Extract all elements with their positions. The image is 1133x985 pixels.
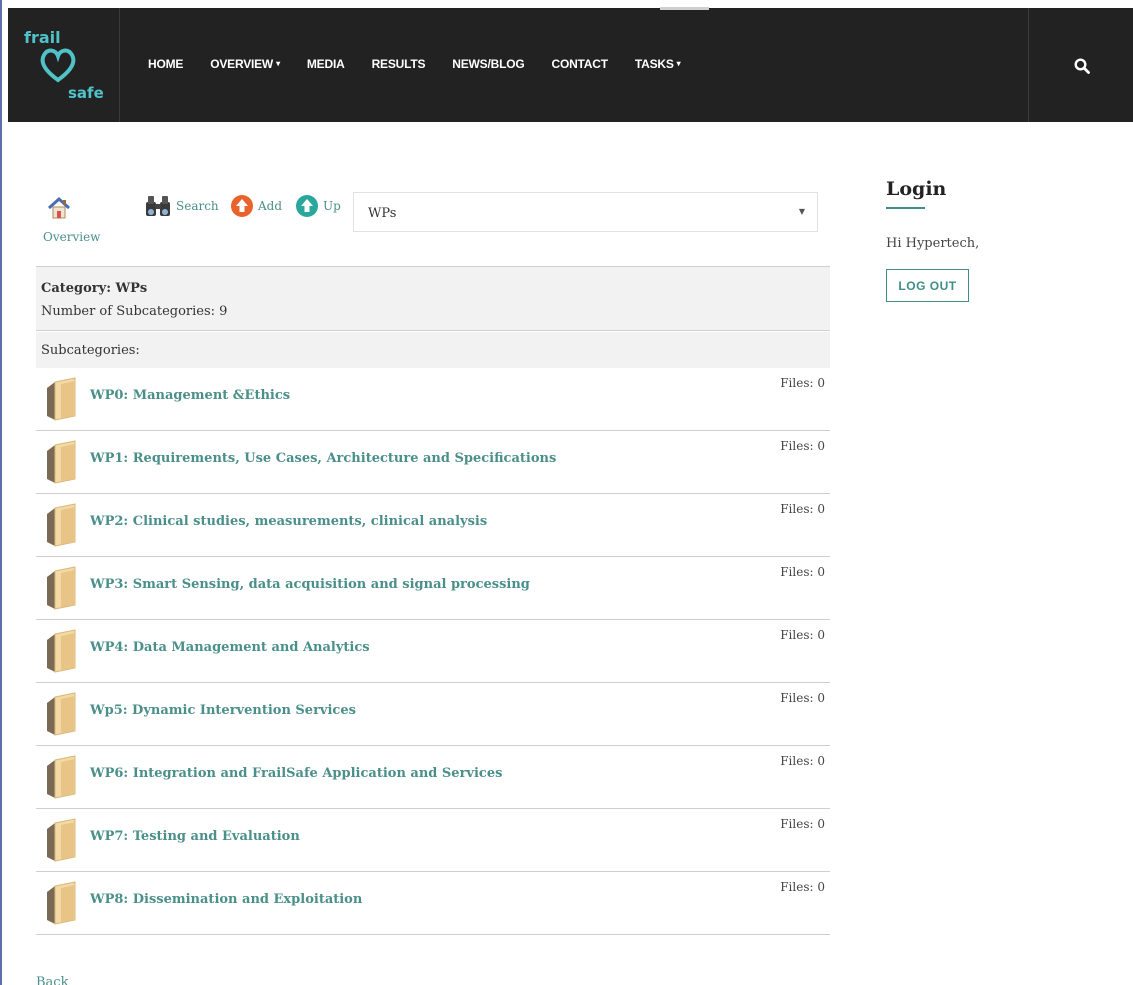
heart-logo-icon [40, 48, 76, 83]
file-count: Files: 0 [780, 754, 825, 768]
folder-icon[interactable] [41, 376, 83, 422]
folder-icon[interactable] [41, 754, 83, 800]
folder-icon[interactable] [41, 880, 83, 926]
subcategories-label: Subcategories: [41, 343, 140, 358]
search-button[interactable] [1028, 8, 1133, 122]
subcategory-link[interactable]: Wp5: Dynamic Intervention Services [90, 703, 356, 718]
nav-home[interactable]: HOME [148, 57, 183, 71]
site-header: frail safe HOME OVERVIEW ▾ MEDIA RESULTS … [8, 7, 1133, 122]
subcategory-link[interactable]: WP7: Testing and Evaluation [90, 829, 300, 844]
nav-overview-label: OVERVIEW [210, 57, 274, 71]
file-count: Files: 0 [780, 502, 825, 516]
list-item: Wp5: Dynamic Intervention Services Files:… [36, 683, 830, 746]
add-arrow-up-icon [231, 195, 253, 217]
file-count: Files: 0 [780, 880, 825, 894]
nav-tasks-label: TASKS [634, 57, 674, 71]
nav-overview[interactable]: OVERVIEW ▾ [210, 57, 280, 71]
chevron-down-icon: ▼ [798, 207, 805, 216]
logo[interactable]: frail safe [8, 8, 120, 122]
overview-label: Overview [43, 230, 101, 244]
file-count: Files: 0 [780, 376, 825, 390]
up-label: Up [323, 199, 341, 213]
up-button[interactable]: Up [295, 194, 341, 218]
subcategory-link[interactable]: WP6: Integration and FrailSafe Applicati… [90, 766, 502, 781]
search-icon [1074, 58, 1090, 74]
binoculars-icon [146, 196, 170, 216]
nav-active-indicator [660, 7, 709, 10]
subcategory-count: Number of Subcategories: 9 [41, 304, 228, 319]
subcategory-link[interactable]: WP0: Management &Ethics [90, 388, 290, 403]
nav-results[interactable]: RESULTS [372, 57, 426, 71]
add-label: Add [258, 199, 283, 213]
folder-icon[interactable] [41, 439, 83, 485]
folder-icon[interactable] [41, 817, 83, 863]
folder-icon[interactable] [41, 502, 83, 548]
subcategories-header: Subcategories: [36, 332, 830, 368]
list-item: WP8: Dissemination and Exploitation Files… [36, 872, 830, 935]
login-heading-underline [886, 207, 925, 209]
file-count: Files: 0 [780, 565, 825, 579]
nav-media[interactable]: MEDIA [307, 57, 345, 71]
login-heading: Login [886, 178, 947, 200]
file-count: Files: 0 [780, 691, 825, 705]
category-select-value: WPs [368, 206, 397, 221]
category-select[interactable]: WPs ▼ [353, 192, 818, 232]
nav-home-label: HOME [148, 57, 184, 71]
folder-icon[interactable] [41, 565, 83, 611]
subcategory-link[interactable]: WP4: Data Management and Analytics [90, 640, 370, 655]
nav-news-blog[interactable]: NEWS/BLOG [452, 57, 524, 71]
list-item: WP1: Requirements, Use Cases, Architectu… [36, 431, 830, 494]
subcategory-link[interactable]: WP1: Requirements, Use Cases, Architectu… [90, 451, 556, 466]
up-arrow-icon [296, 195, 318, 217]
file-count: Files: 0 [780, 628, 825, 642]
caret-down-icon: ▾ [276, 59, 280, 68]
search-tool-button[interactable]: Search [144, 194, 219, 218]
logo-text-safe: safe [68, 84, 104, 102]
home-icon [47, 196, 71, 219]
doc-toolbar: Overview Search Add Up WPs ▼ [36, 190, 826, 250]
list-item: WP2: Clinical studies, measurements, cli… [36, 494, 830, 557]
folder-icon[interactable] [41, 628, 83, 674]
category-info: Category: WPs Number of Subcategories: 9 [36, 266, 830, 331]
nav-contact[interactable]: CONTACT [551, 57, 608, 71]
logout-button[interactable]: LOG OUT [886, 269, 969, 302]
main-nav: HOME OVERVIEW ▾ MEDIA RESULTS NEWS/BLOG C… [148, 57, 707, 71]
file-count: Files: 0 [780, 817, 825, 831]
list-item: WP3: Smart Sensing, data acquisition and… [36, 557, 830, 620]
file-count: Files: 0 [780, 439, 825, 453]
list-item: WP7: Testing and Evaluation Files: 0 [36, 809, 830, 872]
subcategory-list: WP0: Management &Ethics Files: 0 WP1: Requ… [36, 368, 830, 935]
nav-results-label: RESULTS [371, 57, 426, 71]
logo-text-frail: frail [24, 28, 61, 47]
add-button[interactable]: Add [230, 194, 282, 218]
category-title: Category: WPs [41, 281, 148, 296]
nav-tasks[interactable]: TASKS ▾ [635, 57, 681, 71]
nav-media-label: MEDIA [306, 57, 345, 71]
caret-down-icon: ▾ [676, 59, 681, 68]
subcategory-link[interactable]: WP8: Dissemination and Exploitation [90, 892, 362, 907]
subcategory-link[interactable]: WP2: Clinical studies, measurements, cli… [90, 514, 487, 529]
nav-news-blog-label: NEWS/BLOG [452, 57, 525, 71]
subcategory-link[interactable]: WP3: Smart Sensing, data acquisition and… [90, 577, 530, 592]
folder-icon[interactable] [41, 691, 83, 737]
list-item: WP6: Integration and FrailSafe Applicati… [36, 746, 830, 809]
nav-contact-label: CONTACT [551, 57, 608, 71]
search-tool-label: Search [176, 199, 219, 213]
list-item: WP4: Data Management and Analytics Files:… [36, 620, 830, 683]
user-greeting: Hi Hypertech, [886, 236, 980, 251]
back-link[interactable]: Back [36, 975, 68, 985]
list-item: WP0: Management &Ethics Files: 0 [36, 368, 830, 431]
